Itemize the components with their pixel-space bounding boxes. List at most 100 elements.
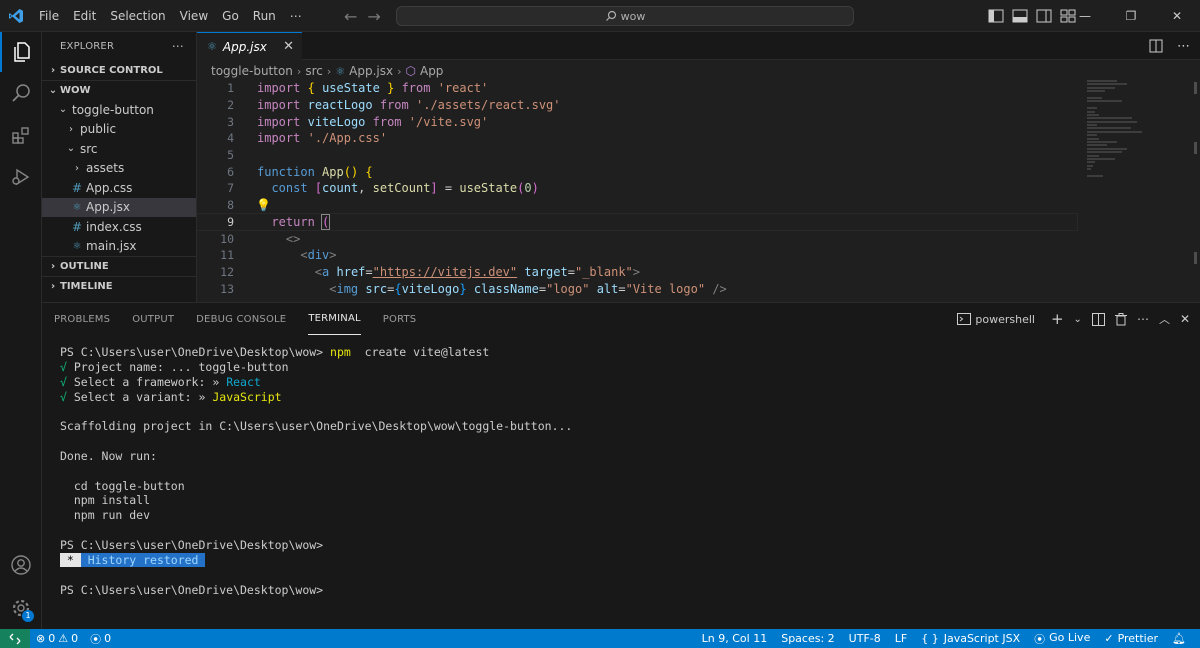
menu-edit[interactable]: Edit — [66, 0, 103, 32]
command-center-search[interactable]: wow — [396, 6, 854, 26]
remote-indicator-icon[interactable] — [0, 629, 30, 648]
chevron-right-icon: › — [50, 261, 56, 272]
new-terminal-icon[interactable]: + — [1051, 310, 1064, 328]
tree-item-label: App.css — [86, 180, 133, 195]
extensions-icon[interactable] — [0, 116, 42, 156]
split-editor-icon[interactable] — [1149, 39, 1163, 53]
tree-folder-toggle-button[interactable]: ⌄ toggle-button — [42, 100, 196, 120]
chevron-up-icon[interactable]: ︿ — [1159, 311, 1170, 327]
terminal-line: * History restored — [60, 552, 572, 568]
tree-file-main-jsx[interactable]: ⚛ main.jsx — [42, 237, 196, 257]
lightbulb-icon[interactable]: 💡 — [256, 198, 271, 212]
react-icon: ⚛ — [207, 40, 217, 53]
breadcrumb-item[interactable]: App.jsx — [349, 64, 393, 78]
menu-more[interactable]: ⋯ — [283, 0, 309, 32]
toggle-panel-icon[interactable] — [1012, 9, 1028, 23]
chevron-down-icon: ⌄ — [58, 104, 68, 116]
manage-gear-icon[interactable]: 1 — [0, 588, 42, 628]
split-terminal-icon[interactable] — [1091, 312, 1105, 326]
problems-indicator[interactable]: ⊗ 0 ⚠ 0 — [36, 632, 78, 645]
breadcrumb-item[interactable]: App — [420, 64, 443, 78]
history-restored-badge: * History restored — [60, 552, 206, 567]
tree-item-label: toggle-button — [72, 102, 154, 117]
end-of-line[interactable]: LF — [895, 632, 907, 645]
more-actions-icon[interactable]: ⋯ — [1137, 312, 1149, 326]
section-timeline[interactable]: › TIMELINE — [42, 276, 196, 296]
menu-run[interactable]: Run — [246, 0, 283, 32]
tab-terminal[interactable]: TERMINAL — [308, 303, 361, 335]
menu-go[interactable]: Go — [215, 0, 246, 32]
notifications-bell-icon[interactable]: 🔔︎ — [1172, 632, 1186, 645]
cursor-position[interactable]: Ln 9, Col 11 — [702, 632, 768, 645]
terminal-line: npm run dev — [60, 508, 151, 523]
tab-app-jsx[interactable]: ⚛ App.jsx ✕ — [197, 32, 302, 60]
trash-icon[interactable] — [1114, 312, 1127, 326]
code-editor[interactable]: 1 import { useState } from 'react' 2 impor… — [197, 80, 1078, 302]
indentation[interactable]: Spaces: 2 — [781, 632, 834, 645]
tree-file-app-jsx[interactable]: ⚛ App.jsx — [42, 197, 196, 217]
encoding[interactable]: UTF-8 — [849, 632, 881, 645]
go-live-button[interactable]: ⦿ Go Live — [1034, 631, 1090, 647]
tab-output[interactable]: OUTPUT — [132, 303, 174, 335]
tree-folder-src[interactable]: ⌄ src — [42, 139, 196, 159]
terminal-question: Select a framework: » — [66, 374, 227, 389]
tab-label: OUTPUT — [132, 313, 175, 325]
chevron-down-icon: ⌄ — [48, 85, 58, 96]
close-tab-icon[interactable]: ✕ — [283, 39, 294, 54]
tree-item-label: public — [80, 122, 117, 137]
section-workspace[interactable]: ⌄ WOW — [42, 80, 196, 100]
tab-debug-console[interactable]: DEBUG CONSOLE — [196, 303, 286, 335]
terminal-answer: JavaScript — [212, 389, 282, 404]
terminal-line: Done. Now run: — [60, 448, 157, 463]
back-arrow-icon[interactable]: ← — [344, 7, 357, 26]
tree-file-app-css[interactable]: # App.css — [42, 178, 196, 198]
breadcrumb-item[interactable]: toggle-button — [211, 64, 293, 78]
terminal-output[interactable]: PS C:\Users\user\OneDrive\Desktop\wow> n… — [60, 345, 572, 597]
terminal-shell-selector[interactable]: powershell — [957, 313, 1041, 326]
run-debug-icon[interactable] — [0, 157, 42, 197]
breadcrumb-item[interactable]: src — [305, 64, 323, 78]
more-actions-icon[interactable]: ⋯ — [172, 39, 184, 53]
terminal-line: √ Project name: ... toggle-button — [60, 360, 572, 375]
tab-label: App.jsx — [222, 39, 267, 54]
terminal-answer: toggle-button — [198, 359, 289, 374]
menu-selection[interactable]: Selection — [103, 0, 172, 32]
menu-file[interactable]: File — [32, 0, 66, 32]
symbol-component-icon: ⬡ — [405, 64, 416, 78]
editor-scrollbar[interactable] — [1188, 82, 1200, 282]
ports-indicator[interactable]: ⦿ 0 — [90, 631, 111, 647]
tree-file-index-css[interactable]: # index.css — [42, 217, 196, 237]
toggle-secondary-sidebar-icon[interactable] — [1036, 9, 1052, 23]
accounts-icon[interactable] — [0, 545, 42, 585]
title-bar: File Edit Selection View Go Run ⋯ ← → wo… — [0, 0, 1200, 32]
search-icon[interactable] — [0, 73, 42, 113]
activity-bar: 1 — [0, 32, 42, 629]
tab-problems[interactable]: PROBLEMS — [54, 303, 110, 335]
chevron-right-icon: › — [296, 64, 302, 78]
minimize-icon[interactable]: — — [1062, 0, 1108, 32]
tree-folder-public[interactable]: › public — [42, 120, 196, 140]
more-actions-icon[interactable]: ⋯ — [1177, 39, 1190, 54]
section-outline[interactable]: › OUTLINE — [42, 256, 196, 276]
code-line: 6 function App() { — [227, 164, 373, 179]
close-window-icon[interactable]: ✕ — [1154, 0, 1200, 32]
menu-view[interactable]: View — [173, 0, 215, 32]
tree-folder-assets[interactable]: › assets — [42, 159, 196, 179]
toggle-primary-sidebar-icon[interactable] — [988, 9, 1004, 23]
tab-ports[interactable]: PORTS — [383, 303, 417, 335]
code-line: 11 <div> — [220, 248, 337, 263]
terminal-icon — [957, 313, 972, 325]
vscode-logo-icon — [0, 0, 32, 32]
restore-icon[interactable]: ❐ — [1108, 0, 1154, 32]
chevron-down-icon[interactable]: ⌄ — [1074, 314, 1082, 325]
language-mode[interactable]: { } JavaScript JSX — [921, 632, 1020, 645]
close-panel-icon[interactable]: ✕ — [1180, 312, 1190, 326]
editor-tabs: ⚛ App.jsx ✕ ⋯ — [197, 32, 1200, 60]
code-line: 13 <img src={viteLogo} className="logo" … — [220, 281, 727, 296]
forward-arrow-icon[interactable]: → — [367, 7, 380, 26]
chevron-right-icon: › — [75, 162, 79, 174]
section-source-control[interactable]: › SOURCE CONTROL — [42, 60, 196, 80]
minimap[interactable] — [1087, 80, 1187, 190]
explorer-icon[interactable] — [0, 32, 42, 72]
prettier-button[interactable]: ✓ Prettier — [1104, 632, 1158, 645]
